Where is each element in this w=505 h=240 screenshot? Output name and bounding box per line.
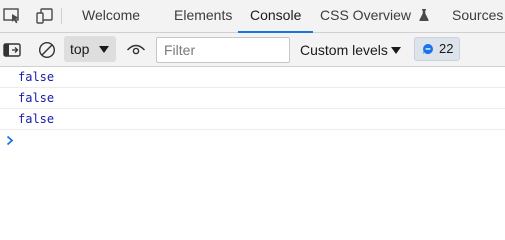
log-levels-dropdown[interactable]: Custom levels bbox=[300, 37, 406, 63]
tab-label: Welcome bbox=[82, 7, 141, 23]
tab-welcome[interactable]: Welcome bbox=[82, 0, 140, 32]
issue-message-icon bbox=[423, 44, 433, 54]
clear-console-icon[interactable] bbox=[38, 41, 56, 64]
tab-label: Sources bbox=[452, 7, 504, 23]
console-message: false bbox=[0, 109, 505, 130]
console-toolbar: top Custom levels 22 bbox=[0, 33, 505, 67]
context-selector[interactable]: top bbox=[64, 36, 116, 62]
tab-console[interactable]: Console bbox=[238, 0, 314, 33]
live-expression-eye-icon[interactable] bbox=[126, 43, 146, 62]
tab-elements[interactable]: Elements bbox=[174, 0, 232, 32]
message-value: false bbox=[18, 91, 55, 105]
tab-label: Elements bbox=[174, 7, 233, 23]
tab-label: Console bbox=[250, 7, 302, 23]
context-label: top bbox=[70, 41, 90, 57]
console-prompt[interactable] bbox=[0, 130, 505, 152]
chevron-down-icon bbox=[391, 47, 401, 54]
tab-label: CSS Overview bbox=[320, 7, 412, 23]
device-toolbar-icon[interactable] bbox=[36, 8, 54, 24]
inspect-element-icon[interactable] bbox=[3, 8, 21, 24]
issues-counter-button[interactable]: 22 bbox=[414, 37, 460, 61]
filter-input[interactable] bbox=[156, 37, 290, 63]
tab-css-overview[interactable]: CSS Overview bbox=[320, 0, 429, 32]
flask-icon bbox=[419, 8, 429, 21]
toggle-sidebar-icon[interactable] bbox=[3, 43, 21, 62]
tabbar-divider bbox=[61, 8, 62, 24]
chevron-down-icon bbox=[99, 46, 109, 53]
tab-sources[interactable]: Sources bbox=[452, 0, 503, 32]
issues-count: 22 bbox=[439, 41, 454, 56]
message-value: false bbox=[18, 70, 55, 84]
log-levels-label: Custom levels bbox=[300, 42, 388, 58]
console-message: false bbox=[0, 67, 505, 88]
prompt-chevron-icon bbox=[6, 135, 14, 146]
devtools-tabbar: Welcome Elements Console CSS Overview So… bbox=[0, 0, 505, 33]
console-message: false bbox=[0, 88, 505, 109]
message-value: false bbox=[18, 112, 55, 126]
console-output[interactable]: false false false bbox=[0, 67, 505, 240]
